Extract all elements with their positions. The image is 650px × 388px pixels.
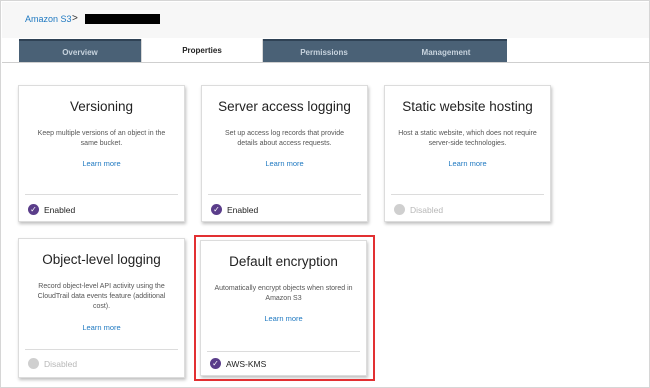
disabled-circle-icon <box>394 204 405 215</box>
breadcrumb-separator: > <box>72 13 78 24</box>
s3-properties-panel: Amazon S3 > Overview Properties Permissi… <box>0 0 650 388</box>
status-label: Disabled <box>410 205 444 215</box>
card-static-website-hosting[interactable]: Static website hosting Host a static web… <box>384 85 551 222</box>
card-title: Object-level logging <box>42 252 161 267</box>
breadcrumb: Amazon S3 > <box>2 2 649 38</box>
card-divider <box>208 194 361 195</box>
check-circle-icon: ✓ <box>211 204 222 215</box>
card-divider <box>25 194 178 195</box>
learn-more-link[interactable]: Learn more <box>19 159 184 168</box>
tab-management[interactable]: Management <box>385 39 507 62</box>
tab-permissions[interactable]: Permissions <box>263 39 385 62</box>
card-description: Keep multiple versions of an object in t… <box>37 130 166 147</box>
status-label: Disabled <box>44 359 78 369</box>
card-title: Versioning <box>69 99 134 114</box>
card-object-level-logging[interactable]: Object-level logging Record object-level… <box>18 238 185 378</box>
redacted-bucket-name <box>85 14 160 24</box>
tab-overview[interactable]: Overview <box>19 39 141 62</box>
card-title: Static website hosting <box>402 99 533 114</box>
tab-divider <box>2 62 649 63</box>
breadcrumb-amazon-s3-link[interactable]: Amazon S3 <box>25 14 72 24</box>
card-server-access-logging[interactable]: Server access logging Set up access log … <box>201 85 368 222</box>
card-divider <box>25 349 178 350</box>
learn-more-link[interactable]: Learn more <box>202 159 367 168</box>
card-versioning[interactable]: Versioning Keep multiple versions of an … <box>18 85 185 222</box>
check-circle-icon: ✓ <box>28 204 39 215</box>
learn-more-link[interactable]: Learn more <box>385 159 550 168</box>
learn-more-link[interactable]: Learn more <box>19 323 184 332</box>
status-label: Enabled <box>227 205 259 215</box>
disabled-circle-icon <box>28 358 39 369</box>
card-divider <box>391 194 544 195</box>
card-description: Host a static website, which does not re… <box>398 130 537 147</box>
card-description: Record object-level API activity using t… <box>37 283 166 310</box>
card-title: Server access logging <box>218 99 351 114</box>
card-description: Set up access log records that provide d… <box>224 130 345 147</box>
tab-properties[interactable]: Properties <box>141 39 263 62</box>
highlight-box <box>194 235 375 381</box>
status-label: Enabled <box>44 205 76 215</box>
